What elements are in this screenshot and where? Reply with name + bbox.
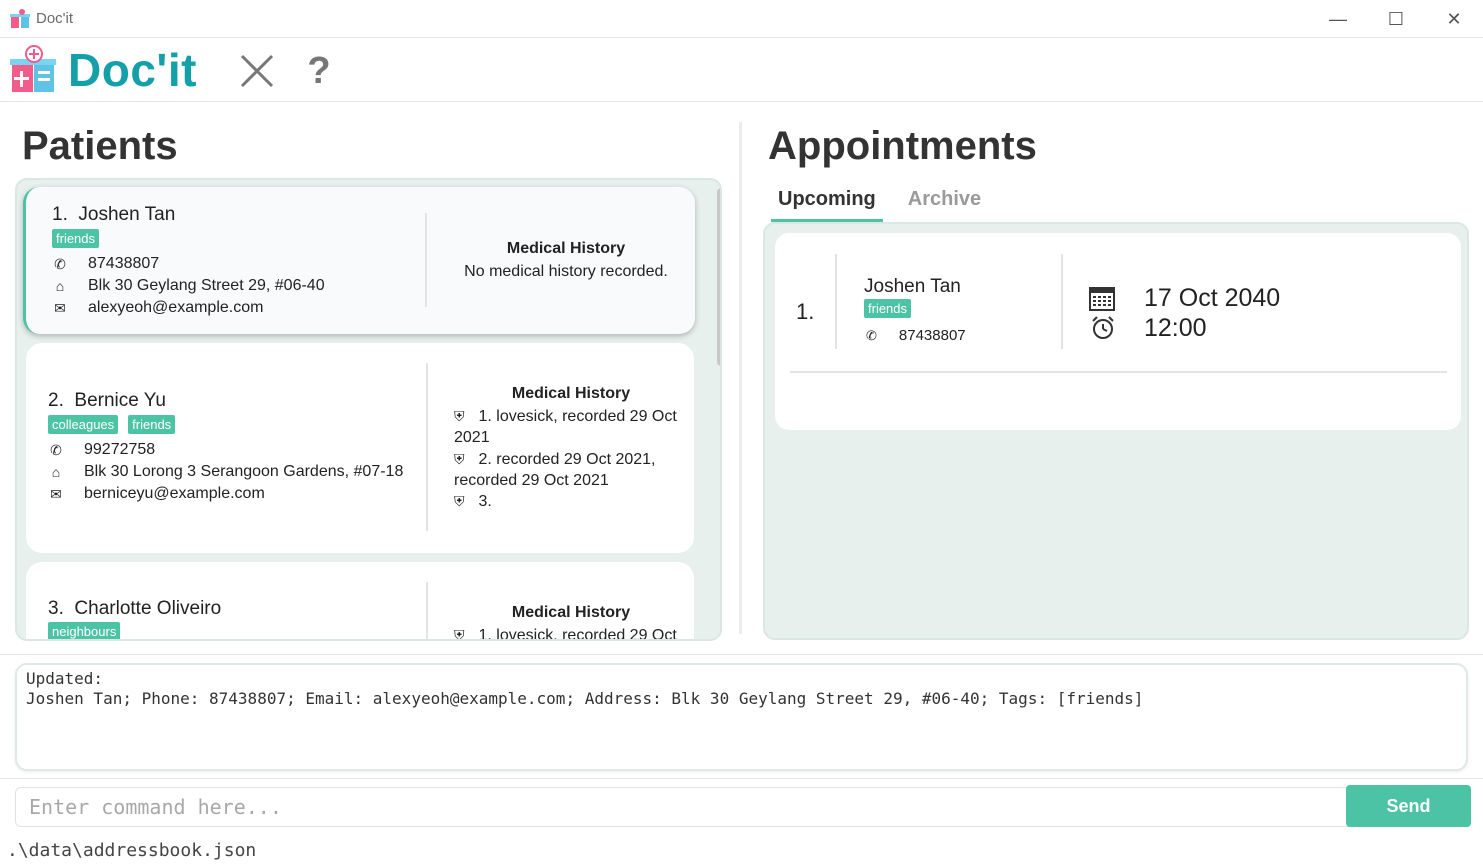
window-title: Doc'it [36, 10, 74, 27]
result-display[interactable]: Updated: Joshen Tan; Phone: 87438807; Em… [15, 663, 1468, 771]
header-bar: Doc'it ? [0, 39, 1483, 102]
card-divider [426, 582, 428, 639]
appointment-divider [790, 371, 1447, 373]
appointments-title: Appointments [768, 124, 1037, 168]
tag: friends [128, 415, 176, 434]
appointment-date: 17 Oct 2040 [1144, 284, 1281, 312]
medical-history-title: Medical History [511, 604, 631, 621]
close-window-button[interactable]: ✕ [1425, 0, 1483, 38]
shield-icon: ⛨ [454, 493, 465, 509]
tag: friends [864, 299, 912, 318]
medical-history-item: ⛨ 1. lovesick, recorded 29 Oct 2021 [454, 408, 677, 446]
patient-tags: friends [52, 229, 100, 248]
help-button[interactable]: ? [297, 49, 341, 93]
exit-button[interactable] [235, 49, 279, 93]
logo-text: Doc'it [68, 44, 197, 96]
medical-history-empty: No medical history recorded. [464, 263, 668, 280]
shield-icon: ⛨ [454, 627, 465, 641]
alarm-clock-icon [1092, 316, 1114, 339]
email-icon: ✉ [54, 299, 66, 316]
medical-history-item: ⛨ 2. recorded 29 Oct 2021, recorded 29 Oc… [454, 451, 656, 489]
patient-card[interactable]: 1. Joshen Tan friends ✆ 87438807 ⌂ Blk 30 … [23, 187, 695, 334]
phone-icon: ✆ [50, 441, 62, 458]
patients-list[interactable]: 1. Joshen Tan friends ✆ 87438807 ⌂ Blk 30 … [15, 178, 722, 641]
card-divider [426, 363, 428, 531]
tab-archive[interactable]: Archive [901, 184, 988, 222]
appointment-index: 1. [796, 299, 815, 324]
appointment-time: 12:00 [1144, 314, 1207, 342]
home-icon: ⌂ [51, 464, 61, 480]
patient-name: 2. Bernice Yu [48, 390, 166, 411]
tag: neighbours [48, 622, 121, 639]
card-divider [425, 213, 427, 307]
home-icon: ⌂ [55, 278, 65, 294]
tab-upcoming[interactable]: Upcoming [771, 184, 883, 222]
logo-icon [10, 45, 56, 92]
appointments-list[interactable]: 1. Joshen Tan friends ✆ 87438807 17 Oct 2… [763, 222, 1469, 640]
patients-title: Patients [22, 124, 178, 168]
patient-email: ✉ alexyeoh@example.com [52, 299, 263, 317]
patient-name: 3. Charlotte Oliveiro [48, 598, 222, 619]
medical-history-title: Medical History [506, 240, 626, 257]
tag: friends [52, 229, 100, 248]
patients-scrollbar[interactable] [717, 188, 720, 366]
patient-address: ⌂ Blk 30 Lorong 3 Serangoon Gardens, #07-… [48, 463, 404, 481]
shield-icon: ⛨ [454, 451, 465, 467]
maximize-button[interactable]: ☐ [1367, 0, 1425, 38]
patient-tags: neighbours [48, 622, 121, 639]
window-titlebar: Doc'it — ☐ ✕ [0, 0, 1483, 38]
appointment-patient-name: Joshen Tan [864, 276, 961, 297]
minimize-button[interactable]: — [1309, 0, 1367, 38]
patient-card[interactable]: 2. Bernice Yu colleagues friends ✆ 992727… [26, 343, 694, 553]
card-divider [1061, 254, 1063, 349]
calendar-icon [1089, 287, 1115, 311]
appointment-card[interactable]: 1. Joshen Tan friends ✆ 87438807 17 Oct 2… [775, 233, 1461, 430]
phone-icon: ✆ [866, 327, 877, 343]
appointment-tabs: Upcoming Archive [771, 184, 988, 222]
medical-history-item: ⛨ 3. [454, 493, 492, 510]
medical-history-title: Medical History [511, 385, 631, 402]
patient-phone: ✆ 99272758 [48, 441, 155, 459]
patient-address: ⌂ Blk 30 Geylang Street 29, #06-40 [52, 277, 325, 295]
app-icon [10, 8, 30, 28]
tag: colleagues [48, 415, 119, 434]
patient-card[interactable]: 3. Charlotte Oliveiro neighbours Medical… [26, 562, 694, 641]
patient-name: 1. Joshen Tan [52, 204, 176, 225]
panel-divider[interactable] [739, 122, 742, 634]
email-icon: ✉ [50, 485, 62, 502]
appointment-tags: friends [864, 299, 912, 318]
command-input[interactable] [15, 787, 1350, 827]
send-button[interactable]: Send [1346, 785, 1471, 827]
separator [0, 778, 1483, 779]
appointment-phone: ✆ 87438807 [866, 327, 966, 344]
status-bar-filepath: .\data\addressbook.json [7, 840, 257, 861]
patient-email: ✉ berniceyu@example.com [48, 485, 265, 503]
medical-history-item: ⛨ 1. lovesick, recorded 29 Oct [454, 625, 694, 641]
card-divider [835, 254, 837, 349]
close-icon [240, 54, 274, 88]
patient-tags: colleagues friends [48, 415, 176, 434]
patient-phone: ✆ 87438807 [52, 255, 159, 273]
shield-icon: ⛨ [454, 408, 465, 424]
phone-icon: ✆ [54, 255, 66, 272]
separator [0, 654, 1483, 655]
